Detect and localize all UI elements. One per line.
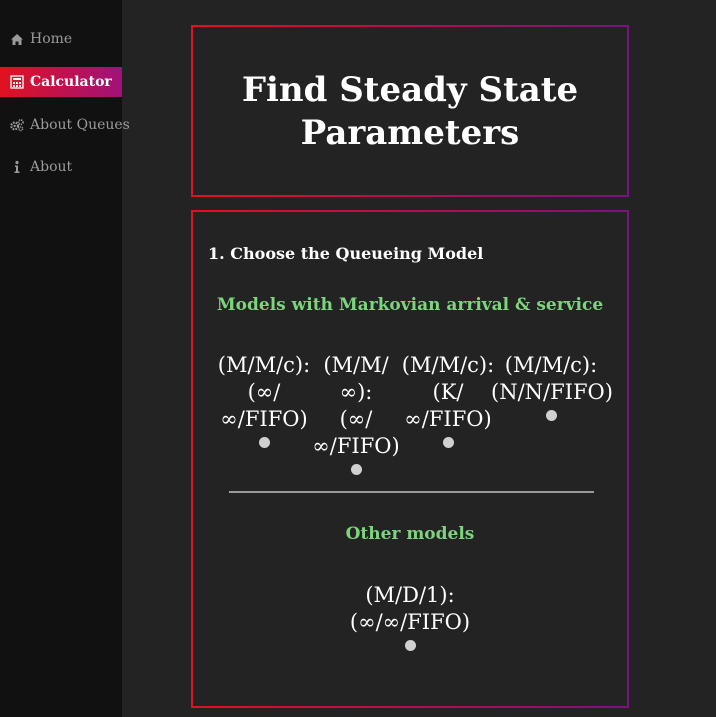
- other-models-heading: Other models: [345, 524, 475, 544]
- model-radio[interactable]: [350, 464, 362, 475]
- sidebar-item-label: About: [30, 159, 73, 175]
- model-label-line: (M/M/c):: [401, 353, 495, 377]
- model-label-line: (N/N/FIFO): [491, 380, 613, 404]
- model-label-line: (M/M/c):: [217, 353, 311, 377]
- sidebar-item-label: Calculator: [30, 74, 112, 90]
- model-radio[interactable]: [442, 437, 454, 448]
- model-label-line: (M/D/1):: [365, 583, 455, 607]
- title-panel: Find Steady State Parameters: [191, 25, 629, 197]
- gears-icon: [10, 118, 24, 132]
- model-label-line: (∞/: [247, 380, 281, 404]
- markovian-models-heading: Models with Markovian arrival & service: [216, 295, 604, 315]
- model-label-line: ∞/FIFO): [404, 407, 492, 431]
- main-content: Find Steady State Parameters 1. Choose t…: [122, 0, 716, 717]
- info-icon: [10, 160, 24, 174]
- model-radio[interactable]: [404, 640, 416, 651]
- model-label-line: (M/M/c):: [504, 353, 598, 377]
- model-label-line: ∞/FIFO): [312, 434, 400, 458]
- model-radio[interactable]: [258, 437, 270, 448]
- model-radio[interactable]: [545, 410, 557, 421]
- model-label-line: (K/: [432, 380, 464, 404]
- sidebar-item-label: Home: [30, 31, 73, 47]
- model-selection-panel: 1. Choose the Queueing Model Models with…: [191, 210, 629, 708]
- model-label-line: (∞/: [339, 407, 373, 431]
- home-icon: [10, 32, 24, 46]
- model-label-line: (∞/∞/FIFO): [349, 610, 471, 634]
- model-option-mmc-k[interactable]: (M/M/c): (K/ ∞/FIFO): [401, 352, 495, 448]
- sidebar: Home Calculator About Queues About: [0, 0, 130, 717]
- sidebar-item-about[interactable]: About: [0, 152, 122, 182]
- model-option-mminf[interactable]: (M/M/∞): (∞/ ∞/FIFO): [309, 352, 403, 475]
- page-title: Find Steady State Parameters: [241, 70, 579, 153]
- sidebar-item-label: About Queues: [30, 117, 130, 133]
- sidebar-item-home[interactable]: Home: [0, 24, 122, 54]
- calculator-icon: [10, 75, 24, 89]
- model-option-mmc-nn[interactable]: (M/M/c): (N/N/FIFO): [491, 352, 613, 421]
- model-option-mmc-inf[interactable]: (M/M/c): (∞/ ∞/FIFO): [217, 352, 311, 448]
- section-divider: [229, 491, 594, 493]
- model-label-line: (M/M/∞):: [323, 353, 389, 404]
- step-heading: 1. Choose the Queueing Model: [208, 244, 484, 263]
- sidebar-item-calculator[interactable]: Calculator: [0, 67, 122, 97]
- sidebar-item-about-queues[interactable]: About Queues: [0, 110, 130, 140]
- model-option-md1[interactable]: (M/D/1): (∞/∞/FIFO): [340, 582, 480, 651]
- model-label-line: ∞/FIFO): [220, 407, 308, 431]
